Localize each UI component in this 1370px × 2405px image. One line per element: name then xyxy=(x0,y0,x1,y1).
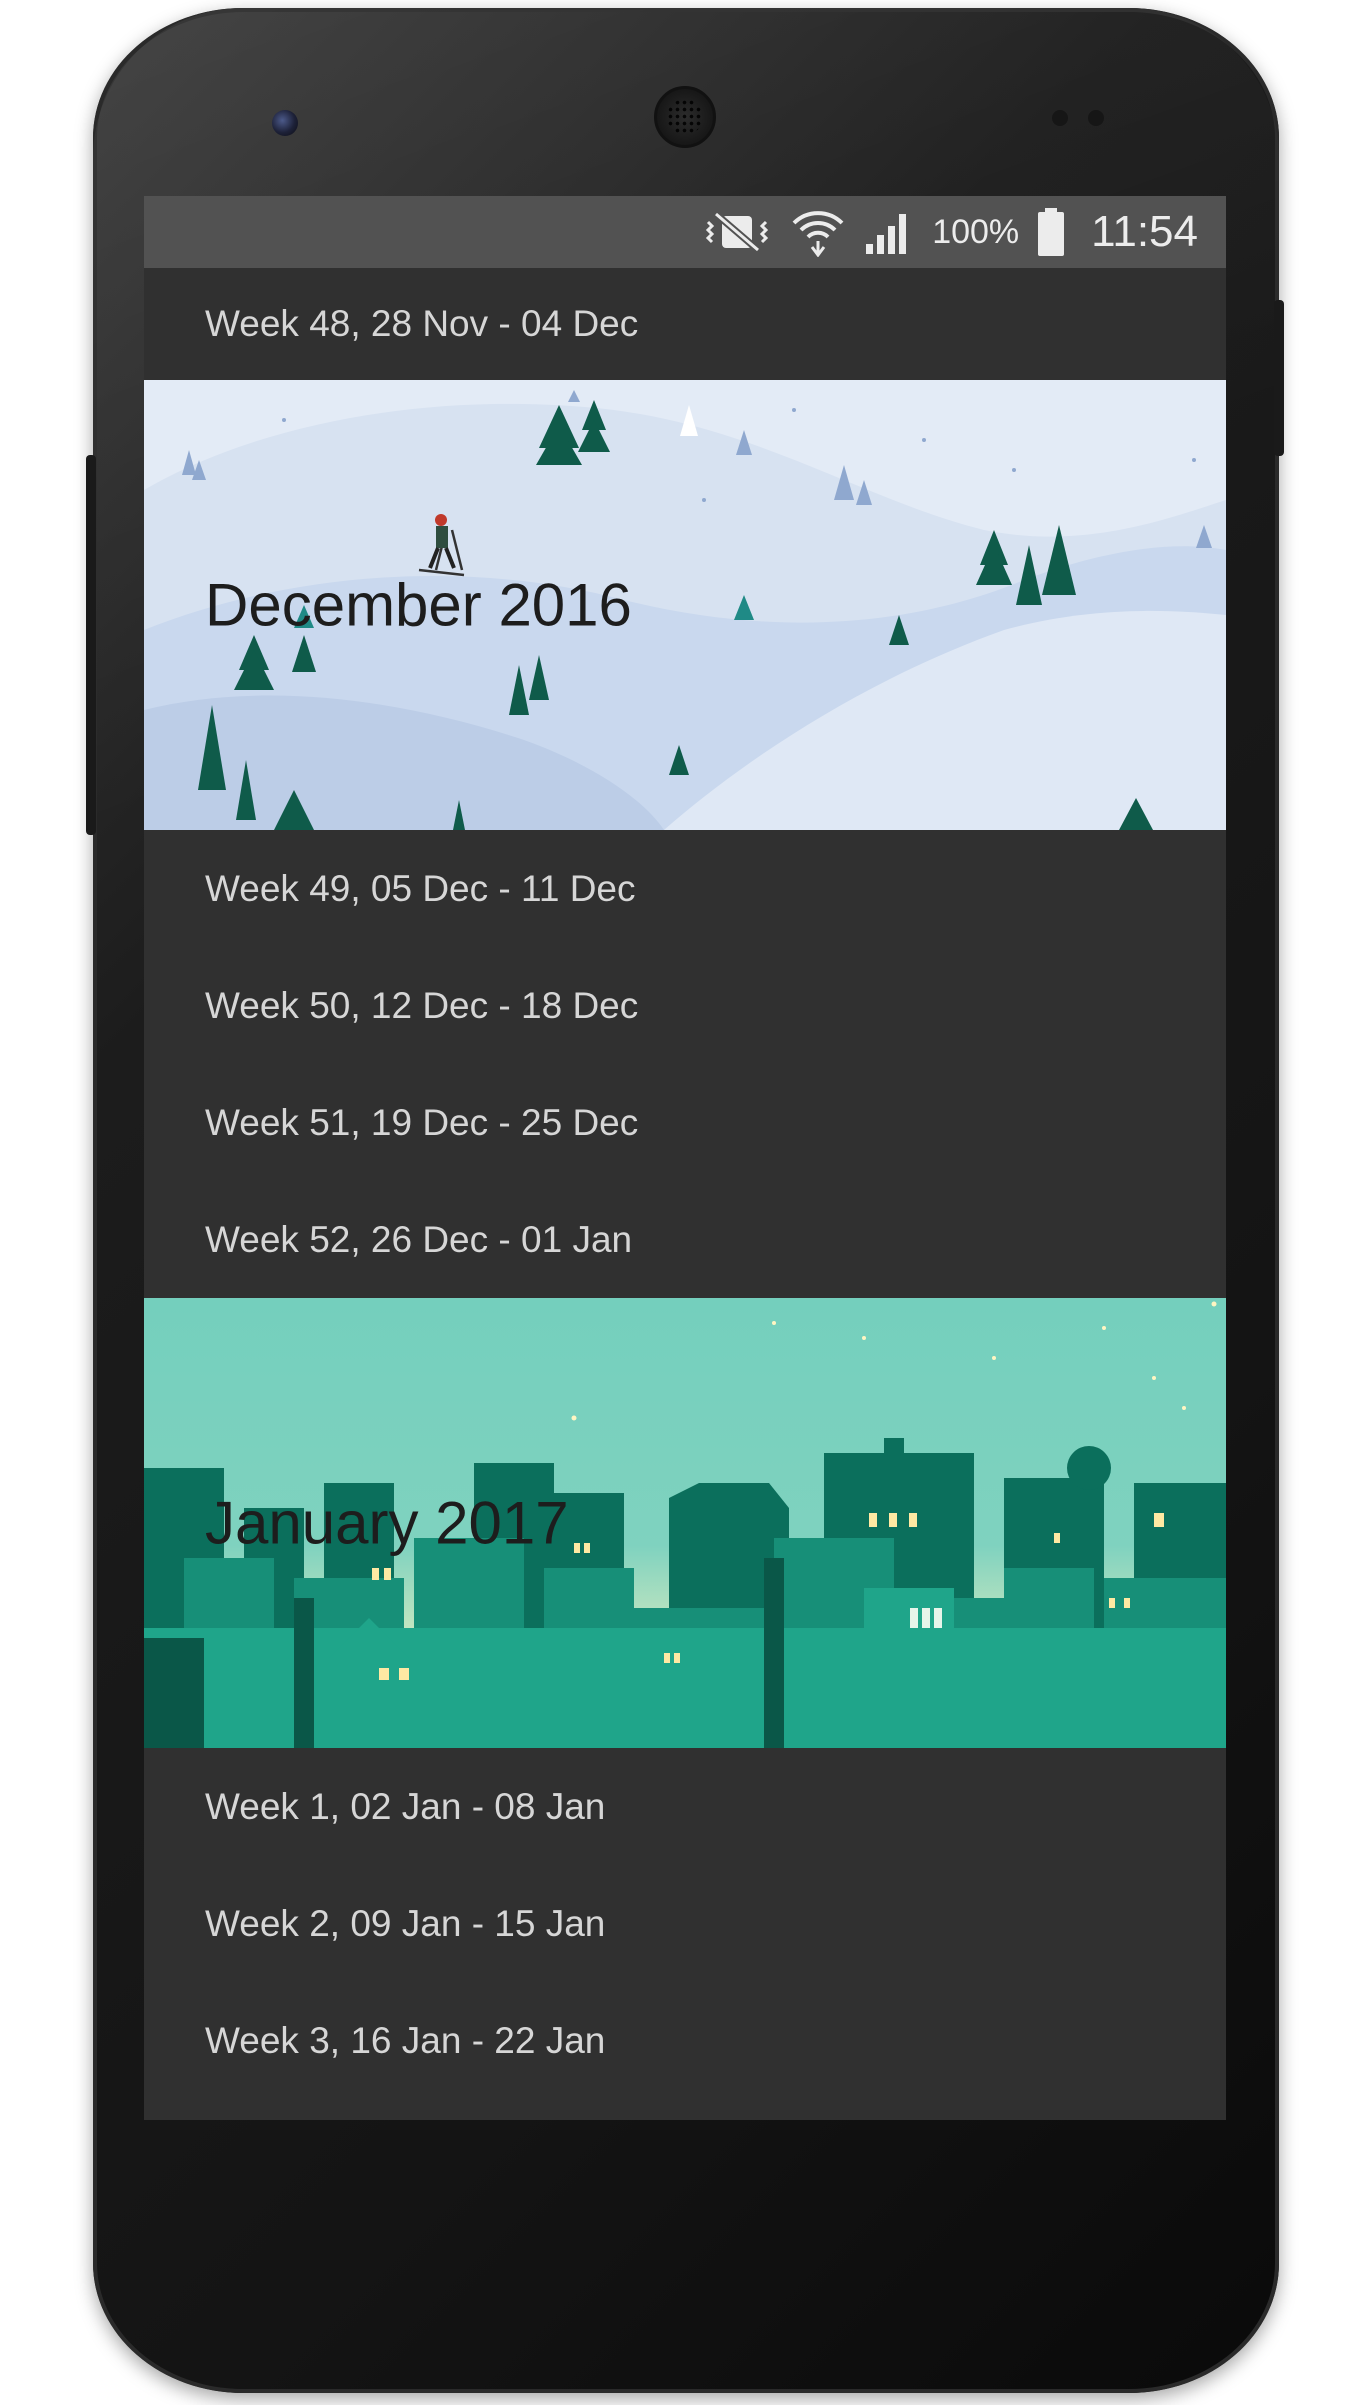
week-label: Week 51, 19 Dec - 25 Dec xyxy=(205,1101,639,1143)
agenda-list[interactable]: Week 48, 28 Nov - 04 Dec December 2016 W… xyxy=(144,268,1226,2099)
power-button xyxy=(1274,300,1284,456)
light-sensor xyxy=(1088,110,1104,126)
week-label: Week 1, 02 Jan - 08 Jan xyxy=(205,1785,606,1827)
status-bar: 100% 11:54 xyxy=(144,196,1226,268)
month-banner-december: December 2016 xyxy=(144,380,1226,830)
signal-icon xyxy=(864,208,914,256)
battery-percent: 100% xyxy=(932,212,1020,251)
clock: 11:54 xyxy=(1091,207,1198,256)
wifi-icon xyxy=(790,207,846,257)
week-row[interactable]: Week 51, 19 Dec - 25 Dec xyxy=(144,1064,1226,1181)
front-camera xyxy=(272,110,298,136)
week-row[interactable]: Week 52, 26 Dec - 01 Jan xyxy=(144,1181,1226,1298)
week-label: Week 2, 09 Jan - 15 Jan xyxy=(205,1902,606,1944)
week-label: Week 50, 12 Dec - 18 Dec xyxy=(205,984,639,1026)
week-row[interactable]: Week 3, 16 Jan - 22 Jan xyxy=(144,1982,1226,2099)
week-label: Week 48, 28 Nov - 04 Dec xyxy=(205,303,639,344)
week-row[interactable]: Week 2, 09 Jan - 15 Jan xyxy=(144,1865,1226,1982)
week-label: Week 52, 26 Dec - 01 Jan xyxy=(205,1218,633,1260)
month-label: December 2016 xyxy=(205,571,632,639)
volume-button xyxy=(86,455,96,835)
month-label: January 2017 xyxy=(205,1489,569,1557)
screen: 100% 11:54 Week 48, 28 Nov - 04 Dec Dece… xyxy=(144,196,1226,2120)
week-label: Week 3, 16 Jan - 22 Jan xyxy=(205,2019,606,2061)
vibrate-icon xyxy=(702,210,772,254)
week-row[interactable]: Week 1, 02 Jan - 08 Jan xyxy=(144,1748,1226,1865)
month-banner-january: January 2017 xyxy=(144,1298,1226,1748)
week-row[interactable]: Week 48, 28 Nov - 04 Dec xyxy=(144,268,1226,380)
proximity-sensor xyxy=(1052,110,1068,126)
week-row[interactable]: Week 49, 05 Dec - 11 Dec xyxy=(144,830,1226,947)
week-label: Week 49, 05 Dec - 11 Dec xyxy=(205,867,636,909)
earpiece-speaker xyxy=(654,86,716,148)
battery-icon xyxy=(1037,208,1065,256)
week-row[interactable]: Week 50, 12 Dec - 18 Dec xyxy=(144,947,1226,1064)
